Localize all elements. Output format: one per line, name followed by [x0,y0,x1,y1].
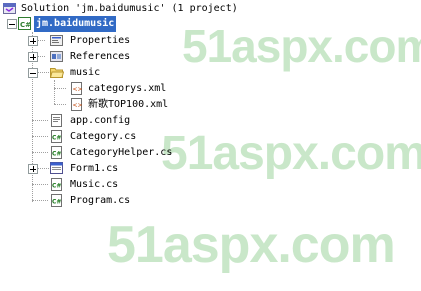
xml-file-icon: <> [70,98,84,111]
category-helper-cs-label: CategoryHelper.cs [70,147,173,158]
collapse-toggle-icon[interactable] [28,68,38,78]
tree-row-category-helper-cs[interactable]: C# CategoryHelper.cs [0,145,421,161]
properties-icon [50,34,64,47]
tree-row-category-cs[interactable]: C# Category.cs [0,129,421,145]
form-file-icon [50,162,64,175]
collapse-toggle-icon[interactable] [7,19,17,29]
app-config-label: app.config [70,115,131,126]
folder-open-icon [49,66,65,79]
svg-text:C#: C# [52,151,61,158]
tree-row-project[interactable]: C# jm.baidumusic [0,16,421,32]
expand-toggle-icon[interactable] [28,52,38,62]
svg-text:<>: <> [73,86,83,93]
tree-row-references[interactable]: References [0,49,421,65]
solution-label: Solution 'jm.baidumusic' (1 project) [21,3,238,14]
csharp-file-icon: C# [50,130,64,143]
references-icon [50,50,64,63]
tree-row-music-folder[interactable]: music [0,65,421,81]
svg-text:C#: C# [52,183,61,190]
watermark-text: 51aspx.com [107,216,396,274]
tree-row-properties[interactable]: Properties [0,33,421,49]
category-cs-label: Category.cs [70,131,137,142]
svg-text:<>: <> [73,102,83,109]
tree-row-music-cs[interactable]: C# Music.cs [0,177,421,193]
csharp-file-icon: C# [50,194,64,207]
project-label: jm.baidumusic [34,16,117,32]
svg-text:C#: C# [20,21,31,29]
top100-xml-label: 新歌TOP100.xml [88,99,169,110]
csharp-file-icon: C# [50,146,64,159]
config-file-icon [50,114,64,127]
svg-text:C#: C# [52,135,61,142]
tree-row-solution[interactable]: Solution 'jm.baidumusic' (1 project) [0,1,421,17]
tree-row-form1-cs[interactable]: Form1.cs [0,161,421,177]
music-cs-label: Music.cs [70,179,119,190]
properties-label: Properties [70,35,131,46]
svg-text:C#: C# [52,199,61,206]
expand-toggle-icon[interactable] [28,164,38,174]
music-folder-label: music [70,67,101,78]
categorys-xml-label: categorys.xml [88,83,167,94]
form1-cs-label: Form1.cs [70,163,119,174]
xml-file-icon: <> [70,82,84,95]
tree-row-app-config[interactable]: app.config [0,113,421,129]
expand-toggle-icon[interactable] [28,36,38,46]
csharp-project-icon: C# [18,17,32,30]
csharp-file-icon: C# [50,178,64,191]
references-label: References [70,51,131,62]
solution-icon [3,2,17,15]
tree-row-program-cs[interactable]: C# Program.cs [0,193,421,209]
tree-row-categorys-xml[interactable]: <> categorys.xml [0,81,421,97]
tree-row-top100-xml[interactable]: <> 新歌TOP100.xml [0,97,421,113]
program-cs-label: Program.cs [70,195,131,206]
